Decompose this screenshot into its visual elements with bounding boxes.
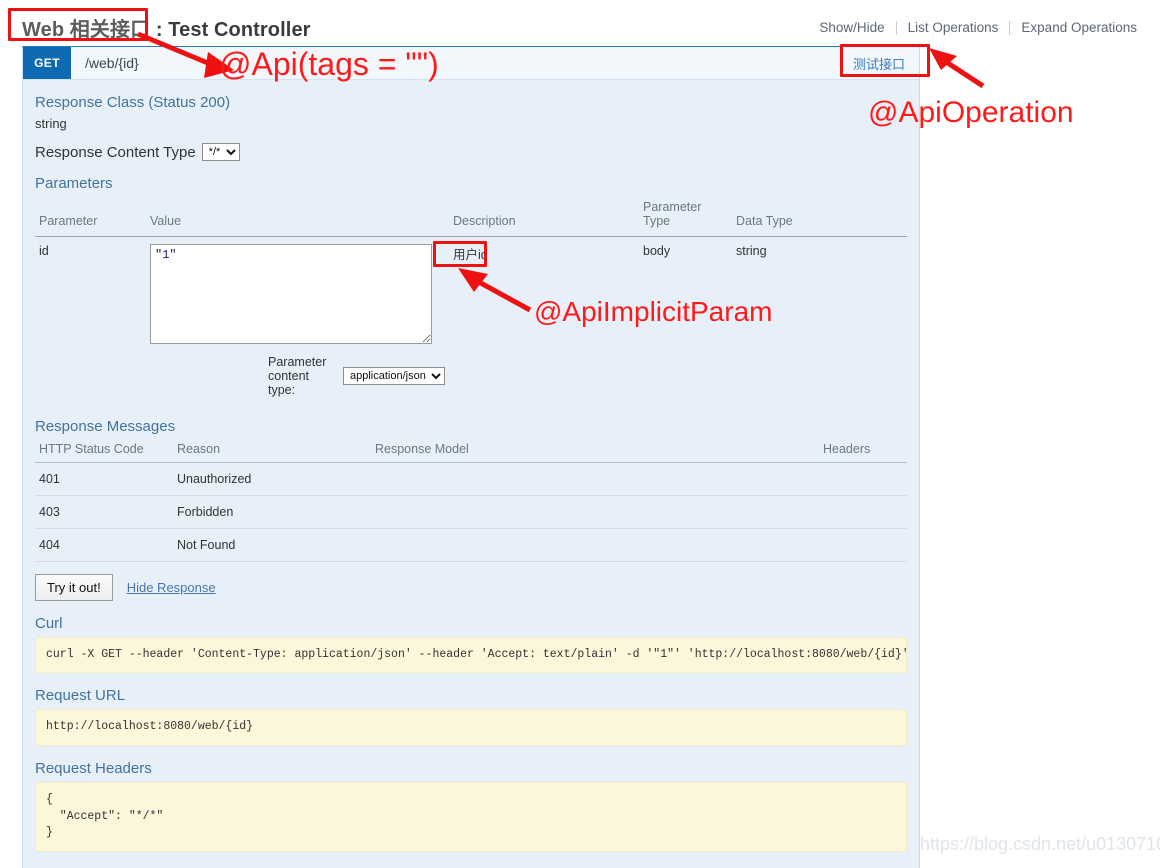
headers-cell	[819, 462, 907, 496]
response-content-type-select[interactable]: */*	[201, 143, 240, 161]
operation-summary: 测试接口	[852, 56, 905, 72]
param-type-cell: body	[643, 243, 671, 258]
operation-content: Response Class (Status 200) string Respo…	[23, 80, 919, 868]
parameters-header-row: Parameter Value Description Parameter Ty…	[35, 197, 907, 237]
response-model-cell	[371, 528, 819, 562]
resource-title-separator: :	[150, 18, 169, 41]
request-headers-value: { "Accept": "*/*" }	[35, 782, 907, 853]
hide-response-link[interactable]: Hide Response	[127, 580, 216, 595]
resource-controller-name: Test Controller	[168, 18, 311, 41]
parameter-content-type-row: Parameter content type: application/json	[268, 355, 445, 397]
col-header-reason: Reason	[173, 439, 371, 463]
response-messages-header-row: HTTP Status Code Reason Response Model H…	[35, 439, 907, 463]
response-messages-body: 401 Unauthorized 403 Forbidden 404 Not F…	[35, 462, 907, 562]
parameter-content-type-select[interactable]: application/json	[343, 366, 445, 385]
response-model-cell	[371, 462, 819, 496]
parameter-content-type-label: Parameter content type:	[268, 354, 327, 397]
request-url-heading: Request URL	[35, 687, 126, 705]
col-header-description: Description	[449, 197, 639, 237]
response-content-type-label: Response Content Type	[35, 143, 196, 161]
reason-cell: Unauthorized	[173, 462, 371, 496]
table-row: 404 Not Found	[35, 528, 907, 562]
watermark-text: https://blog.csdn.net/u013071014	[920, 834, 1160, 854]
operation-block: GET /web/{id} 测试接口 Response Class (Statu…	[22, 46, 920, 868]
param-description-cell: 用户id	[453, 247, 488, 262]
col-header-response-model: Response Model	[371, 439, 819, 463]
parameters-table-body: id "1" Parameter content type: applicati…	[35, 236, 907, 404]
operation-header[interactable]: GET /web/{id} 测试接口	[23, 47, 919, 80]
curl-heading: Curl	[35, 614, 63, 632]
col-header-value: Value	[146, 197, 449, 237]
param-name-cell: id	[39, 243, 49, 258]
param-datatype-cell: string	[736, 243, 767, 258]
resource-tag-label: Web 相关接口	[22, 18, 151, 41]
headers-cell	[819, 528, 907, 562]
http-method-badge: GET	[23, 47, 71, 79]
resource-title: Web 相关接口 : Test Controller	[22, 13, 311, 42]
response-messages-head: HTTP Status Code Reason Response Model H…	[35, 439, 907, 463]
response-messages-heading: Response Messages	[35, 417, 176, 435]
parameters-heading: Parameters	[35, 175, 113, 192]
swagger-ui-page: Web 相关接口 : Test Controller Show/Hide Lis…	[0, 0, 1160, 868]
param-value-cell: "1" Parameter content type: application/…	[146, 236, 449, 404]
col-header-headers: Headers	[819, 439, 907, 463]
col-header-parameter-type: Parameter Type	[639, 197, 732, 237]
parameters-table: Parameter Value Description Parameter Ty…	[35, 197, 907, 404]
status-code-cell: 401	[35, 462, 173, 496]
request-headers-heading: Request Headers	[35, 760, 152, 778]
reason-cell: Forbidden	[173, 495, 371, 529]
response-class-heading: Response Class (Status 200)	[35, 94, 231, 111]
col-header-parameter: Parameter	[35, 197, 146, 237]
expand-operations-link[interactable]: Expand Operations	[1010, 20, 1148, 35]
list-operations-link[interactable]: List Operations	[897, 20, 1010, 35]
request-url-value: http://localhost:8080/web/{id}	[35, 709, 907, 747]
table-row: id "1" Parameter content type: applicati…	[35, 236, 907, 404]
resource-options: Show/Hide List Operations Expand Operati…	[808, 20, 1148, 35]
response-messages-table: HTTP Status Code Reason Response Model H…	[35, 439, 907, 562]
action-row: Try it out! Hide Response	[35, 573, 907, 601]
response-model-cell	[371, 495, 819, 529]
response-class-type: string	[35, 116, 67, 131]
arrow-api-operation	[929, 48, 985, 89]
show-hide-link[interactable]: Show/Hide	[808, 20, 895, 35]
operation-path[interactable]: /web/{id}	[71, 47, 139, 79]
curl-command: curl -X GET --header 'Content-Type: appl…	[35, 636, 907, 674]
col-header-data-type: Data Type	[732, 197, 907, 237]
table-row: 403 Forbidden	[35, 495, 907, 529]
parameters-table-head: Parameter Value Description Parameter Ty…	[35, 197, 907, 237]
table-row: 401 Unauthorized	[35, 462, 907, 496]
response-content-type-row: Response Content Type */*	[35, 143, 907, 161]
col-header-status-code: HTTP Status Code	[35, 439, 173, 463]
reason-cell: Not Found	[173, 528, 371, 562]
param-value-input[interactable]: "1"	[150, 243, 432, 344]
status-code-cell: 403	[35, 495, 173, 529]
headers-cell	[819, 495, 907, 529]
try-it-out-button[interactable]: Try it out!	[35, 573, 113, 601]
status-code-cell: 404	[35, 528, 173, 562]
